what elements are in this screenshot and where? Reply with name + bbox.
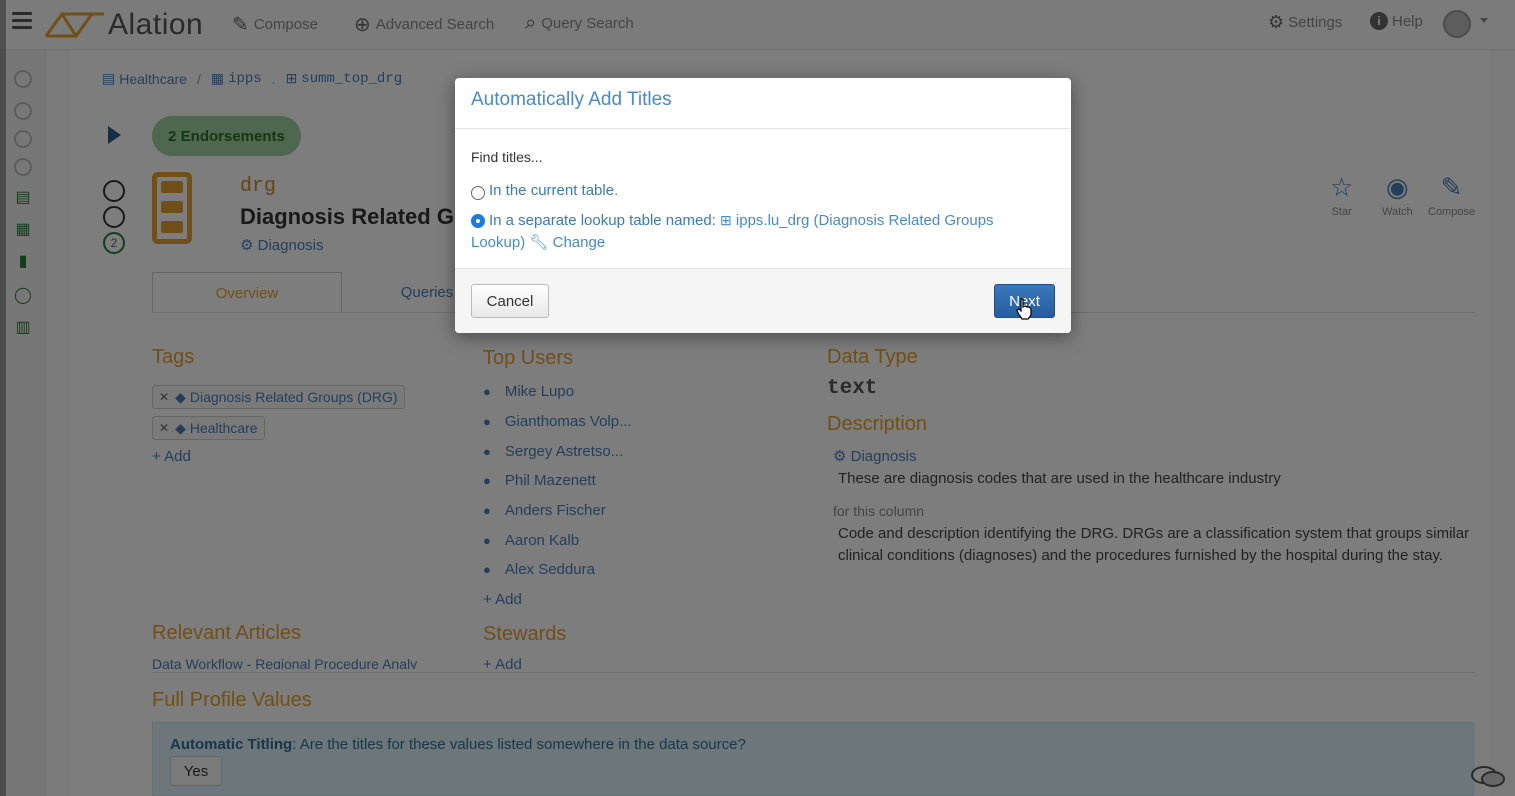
change-lookup-link[interactable]: Change [553,234,606,251]
modal-footer: Cancel Next [455,268,1071,333]
separate-table-option[interactable]: In a separate lookup table named: ⊞ ipps… [471,209,1031,254]
window-edge [0,0,6,796]
modal-body: Find titles... In the current table. In … [455,129,1071,268]
modal-header: Automatically Add Titles [455,78,1071,129]
separate-table-option-label: In a separate lookup table named: [489,212,716,229]
table-icon: ⊞ [720,212,732,228]
current-table-radio[interactable] [471,186,485,200]
current-table-option-label[interactable]: In the current table. [489,182,618,199]
find-titles-label: Find titles... [471,149,543,165]
hand-pointer-cursor-icon [1016,298,1032,320]
modal-title: Automatically Add Titles [471,89,672,110]
wrench-icon: 🔧︎ [529,234,549,251]
cancel-button[interactable]: Cancel [471,284,549,318]
automatically-add-titles-dialog: Automatically Add Titles Find titles... … [455,78,1071,333]
